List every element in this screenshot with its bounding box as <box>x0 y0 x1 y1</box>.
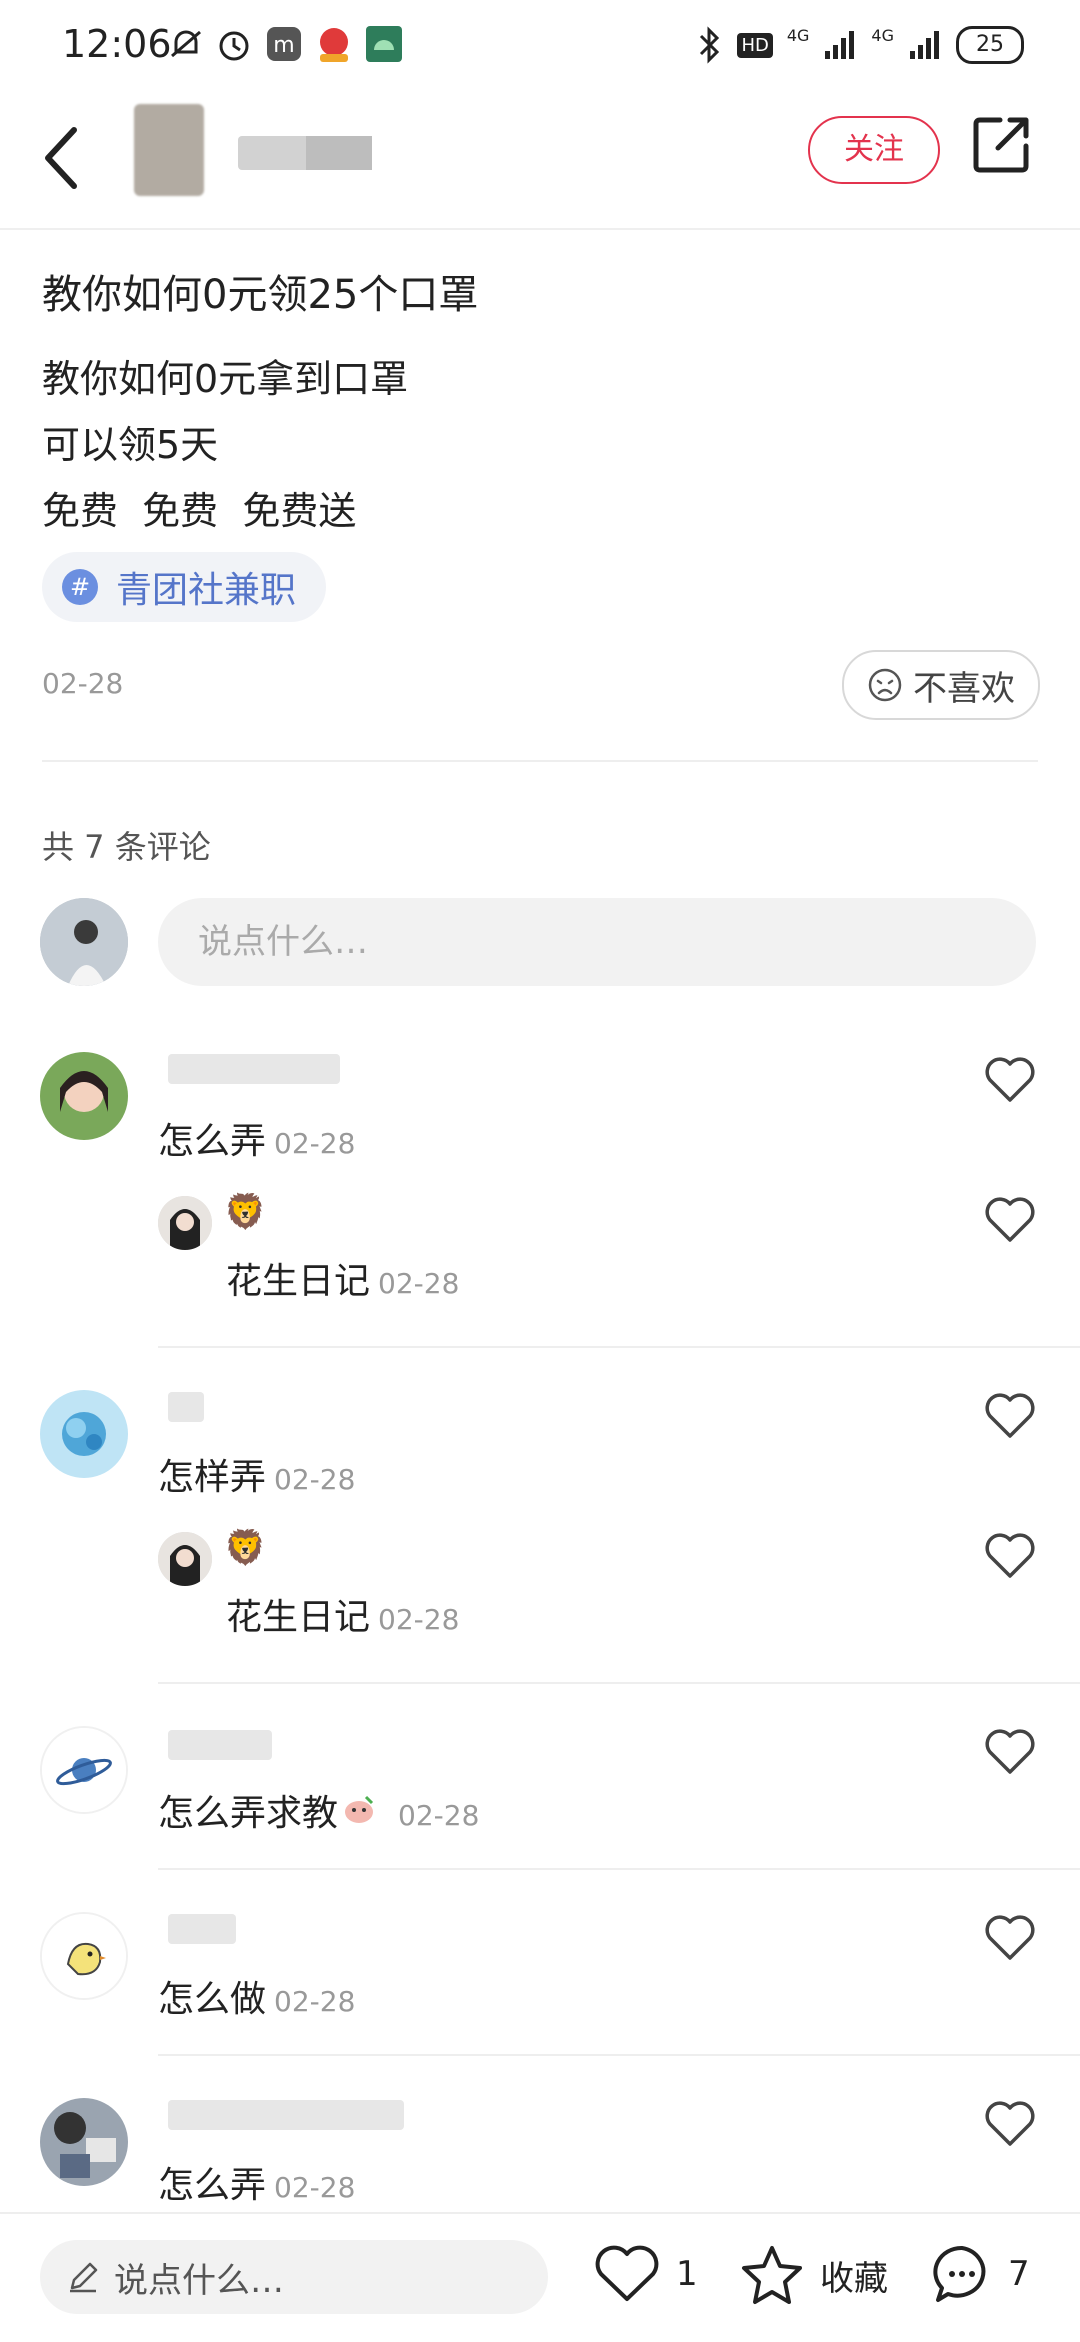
android-icon <box>366 26 402 62</box>
svg-text:m: m <box>273 33 294 58</box>
reply-text: 花生日记 02-28 <box>226 1588 459 1640</box>
post-header: 关注 <box>0 90 1080 230</box>
app-notification-icon-2 <box>320 28 348 62</box>
comment-body: 怎么弄 <box>158 2165 267 2206</box>
like-heart-icon[interactable] <box>984 2100 1036 2148</box>
commenter-avatar[interactable] <box>40 1726 128 1814</box>
post-date: 02-28 <box>42 667 124 700</box>
dislike-label: 不喜欢 <box>913 668 1015 709</box>
reply-text: 花生日记 02-28 <box>226 1252 459 1304</box>
comment-text: 怎么弄求教 02-28 <box>158 1784 479 1836</box>
post-line-3: 免费 免费 免费送 <box>42 489 357 533</box>
comments-count: 共 7 条评论 <box>42 828 211 866</box>
embarrassed-emoji-icon <box>342 1793 378 1823</box>
reply-body: 花生日记 <box>226 1261 371 1302</box>
commenter-avatar[interactable] <box>40 1390 128 1478</box>
status-bar: 12:06 m HD 4G 4G 25 <box>0 0 1080 90</box>
topic-tag-label: 青团社兼职 <box>116 570 297 611</box>
lion-emoji-icon: 🦁 <box>224 1192 267 1232</box>
comment-separator <box>158 1682 1080 1684</box>
like-count: 1 <box>676 2254 698 2294</box>
heart-icon <box>595 2245 659 2301</box>
comment-date: 02-28 <box>398 1799 480 1832</box>
commenter-name[interactable] <box>168 1730 272 1760</box>
commenter-avatar[interactable] <box>40 2098 128 2186</box>
hashtag-icon: # <box>62 569 98 605</box>
star-icon <box>742 2246 802 2304</box>
like-heart-icon[interactable] <box>984 1728 1036 1776</box>
dislike-button[interactable]: 不喜欢 <box>842 650 1040 720</box>
battery-indicator: 25 <box>956 26 1024 64</box>
post-line-2: 可以领5天 <box>42 423 219 467</box>
comment-button[interactable]: 7 <box>932 2244 1030 2304</box>
network-label-2: 4G <box>871 25 894 45</box>
comment-input[interactable]: 说点什么… <box>158 898 1036 986</box>
network-label-1: 4G <box>786 25 810 45</box>
favorite-button[interactable]: 收藏 <box>740 2244 888 2306</box>
comment-text: 怎么弄 02-28 <box>158 1112 355 1164</box>
reply-body: 花生日记 <box>226 1597 371 1638</box>
comment-bubble-icon <box>933 2245 986 2302</box>
topic-tag[interactable]: # 青团社兼职 <box>42 552 327 622</box>
comment-count: 7 <box>1008 2254 1030 2294</box>
follow-button[interactable]: 关注 <box>808 116 940 184</box>
comment-date: 02-28 <box>274 1127 356 1160</box>
pencil-icon <box>70 2262 98 2293</box>
commenter-name[interactable] <box>168 1054 340 1084</box>
like-heart-icon[interactable] <box>984 1056 1036 1104</box>
sad-face-icon <box>868 668 902 702</box>
content-divider <box>42 760 1038 762</box>
comment-body: 怎样弄 <box>158 1457 267 1498</box>
comment-separator <box>158 2054 1080 2056</box>
reply-date: 02-28 <box>378 1267 460 1300</box>
comment-date: 02-28 <box>274 1985 356 2018</box>
post-title: 教你如何0元领25个口罩 <box>42 272 479 318</box>
bottom-input-placeholder: 说点什么… <box>114 2260 284 2301</box>
comment-body: 怎么做 <box>158 1979 267 2020</box>
alarm-icon <box>219 31 249 61</box>
comment-separator <box>158 1868 1080 1870</box>
comment-date: 02-28 <box>274 2171 356 2204</box>
comment-separator <box>158 1346 1080 1348</box>
commenter-name[interactable] <box>168 1392 204 1422</box>
hd-badge: HD <box>737 32 773 58</box>
signal-icon-1 <box>825 31 855 59</box>
like-heart-icon[interactable] <box>984 1196 1036 1244</box>
reply-avatar[interactable] <box>158 1532 212 1586</box>
comment-text: 怎么做 02-28 <box>158 1970 355 2022</box>
comment-body: 怎么弄求教 <box>158 1793 339 1834</box>
like-heart-icon[interactable] <box>984 1392 1036 1440</box>
commenter-name[interactable] <box>168 1914 236 1944</box>
bluetooth-icon <box>700 26 720 64</box>
like-heart-icon[interactable] <box>984 1914 1036 1962</box>
comment-text: 怎么弄 02-28 <box>158 2156 355 2208</box>
status-right-group: HD 4G 4G 25 <box>697 22 1024 68</box>
bottom-comment-input[interactable]: 说点什么… <box>40 2240 548 2314</box>
status-time: 12:06 <box>62 22 172 66</box>
author-name-mask <box>306 136 372 170</box>
post-line-1: 教你如何0元拿到口罩 <box>42 357 409 401</box>
comment-text: 怎样弄 02-28 <box>158 1448 355 1500</box>
like-heart-icon[interactable] <box>984 1532 1036 1580</box>
reply-avatar[interactable] <box>158 1196 212 1250</box>
like-button[interactable]: 1 <box>594 2244 698 2304</box>
my-avatar <box>40 898 128 986</box>
commenter-avatar[interactable] <box>40 1912 128 2000</box>
bottom-action-bar: 说点什么… 1 收藏 7 <box>0 2212 1080 2342</box>
bell-off-icon <box>171 30 201 58</box>
share-icon[interactable] <box>970 112 1034 176</box>
favorite-label: 收藏 <box>820 2258 888 2299</box>
author-avatar[interactable] <box>134 104 204 196</box>
comment-date: 02-28 <box>274 1463 356 1496</box>
commenter-avatar[interactable] <box>40 1052 128 1140</box>
lion-emoji-icon: 🦁 <box>224 1528 267 1568</box>
app-notification-icon: m <box>267 27 301 61</box>
commenter-name[interactable] <box>168 2100 404 2130</box>
back-arrow-icon[interactable] <box>34 120 90 196</box>
reply-date: 02-28 <box>378 1603 460 1636</box>
comment-body: 怎么弄 <box>158 1121 267 1162</box>
signal-icon-2 <box>910 31 939 59</box>
